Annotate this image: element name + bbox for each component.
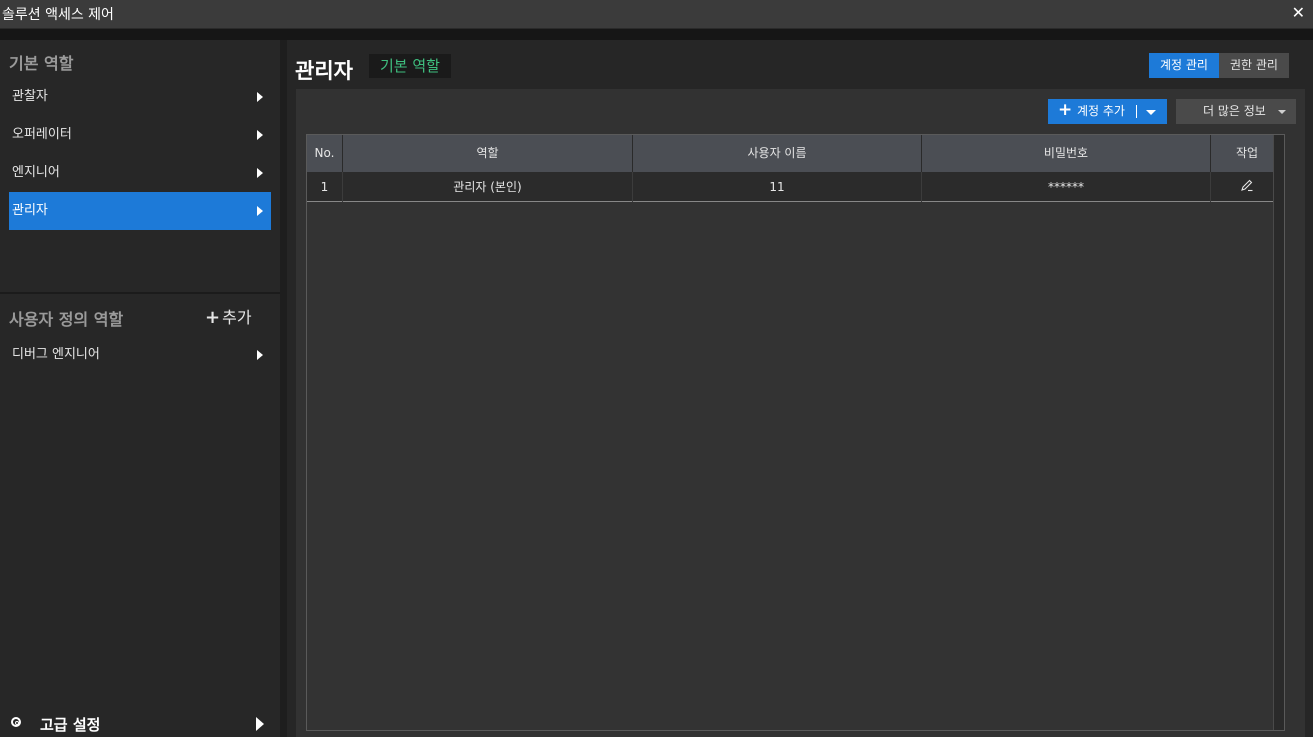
sidebar-item-operator[interactable]: 오퍼레이터 — [9, 116, 271, 154]
add-account-button[interactable]: + 계정 추가 — [1048, 99, 1167, 124]
account-panel: + 계정 추가 더 많은 정보 No. 역할 사용자 이름 비밀번호 작업 1 … — [296, 89, 1305, 737]
sidebar-item-label: 관리자 — [12, 203, 48, 218]
chevron-right-icon — [257, 92, 263, 102]
sidebar-item-debug-engineer[interactable]: 디버그 엔지니어 — [9, 336, 271, 374]
cell-no: 1 — [307, 172, 343, 202]
more-info-label: 더 많은 정보 — [1203, 104, 1266, 118]
advanced-settings-label: 고급 설정 — [40, 716, 101, 734]
role-type-badge: 기본 역할 — [369, 54, 451, 78]
sidebar-item-label: 관찰자 — [12, 89, 48, 104]
chevron-down-icon — [1278, 110, 1286, 114]
table-row[interactable]: 1 관리자 (본인) 11 ****** — [307, 172, 1284, 202]
column-header-username[interactable]: 사용자 이름 — [633, 135, 922, 172]
plus-icon: + — [205, 307, 221, 328]
chevron-right-icon — [257, 350, 263, 360]
chevron-down-icon[interactable] — [1146, 110, 1156, 115]
sidebar-item-label: 디버그 엔지니어 — [12, 347, 100, 362]
sidebar-item-administrator[interactable]: 관리자 — [9, 192, 271, 230]
settings-icon — [11, 717, 21, 727]
cell-role: 관리자 (본인) — [343, 172, 633, 202]
page-title: 관리자 — [295, 59, 353, 83]
sidebar-item-label: 오퍼레이터 — [12, 127, 72, 142]
cell-username: 11 — [633, 172, 922, 202]
close-icon[interactable]: ✕ — [1292, 3, 1305, 22]
accounts-table: No. 역할 사용자 이름 비밀번호 작업 1 관리자 (본인) 11 ****… — [306, 134, 1285, 731]
sidebar: 기본 역할 관찰자 오퍼레이터 엔지니어 관리자 사용자 정의 역할 + 추가 디… — [0, 40, 280, 737]
plus-icon: + — [1058, 100, 1073, 120]
more-info-button[interactable]: 더 많은 정보 — [1176, 99, 1296, 124]
column-header-role[interactable]: 역할 — [343, 135, 633, 172]
chevron-right-icon — [257, 130, 263, 140]
cell-password: ****** — [922, 172, 1211, 202]
sidebar-item-engineer[interactable]: 엔지니어 — [9, 154, 271, 192]
title-gap — [0, 29, 1313, 40]
pencil-icon[interactable] — [1240, 173, 1254, 203]
add-custom-role-button[interactable]: + 추가 — [205, 304, 252, 328]
window-title: 솔루션 액세스 제어 — [2, 7, 114, 23]
vertical-scrollbar[interactable] — [1273, 135, 1284, 730]
tab-permission-management[interactable]: 권한 관리 — [1218, 53, 1289, 78]
main-content: 관리자 기본 역할 계정 관리 권한 관리 + 계정 추가 더 많은 정보 No… — [287, 40, 1313, 737]
divider — [0, 292, 280, 294]
sidebar-item-observer[interactable]: 관찰자 — [9, 78, 271, 116]
advanced-settings[interactable]: 고급 설정 — [0, 710, 280, 737]
divider — [1136, 105, 1137, 118]
sidebar-item-label: 엔지니어 — [12, 165, 60, 180]
add-label: 추가 — [222, 308, 252, 327]
chevron-right-icon — [256, 717, 264, 731]
title-bar: 솔루션 액세스 제어 ✕ — [0, 0, 1313, 29]
custom-roles-title: 사용자 정의 역할 — [9, 310, 124, 329]
add-account-label: 계정 추가 — [1077, 104, 1125, 118]
chevron-right-icon — [257, 168, 263, 178]
tab-account-management[interactable]: 계정 관리 — [1149, 53, 1219, 78]
table-header: No. 역할 사용자 이름 비밀번호 작업 — [307, 135, 1284, 172]
column-header-no[interactable]: No. — [307, 135, 343, 172]
column-header-password[interactable]: 비밀번호 — [922, 135, 1211, 172]
chevron-right-icon — [257, 206, 263, 216]
basic-roles-title: 기본 역할 — [9, 54, 74, 73]
view-tabs: 계정 관리 권한 관리 — [1149, 53, 1289, 78]
